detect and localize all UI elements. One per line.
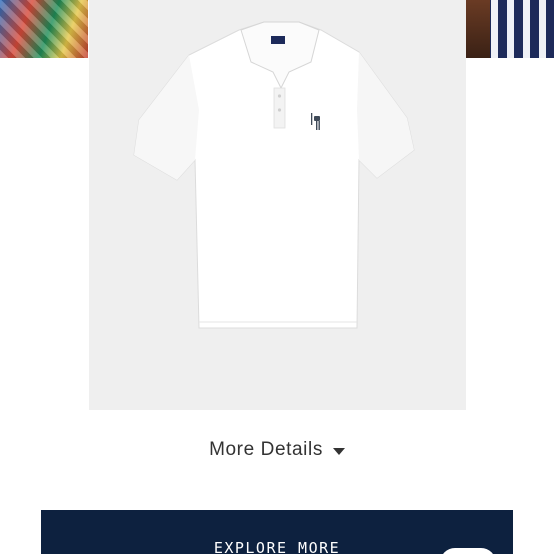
more-details-toggle[interactable]: More Details (0, 437, 554, 463)
explore-more-label: EXPLORE MORE (213, 539, 341, 554)
white-polo-shirt-icon (133, 21, 415, 329)
product-image-card[interactable] (89, 0, 466, 410)
floating-action-bubble[interactable] (440, 548, 496, 554)
more-details-label: More Details (209, 439, 323, 460)
explore-more-button[interactable]: EXPLORE MORE (41, 510, 513, 554)
carousel-next-image[interactable] (466, 0, 554, 58)
caret-down-icon (332, 447, 345, 455)
carousel-prev-image[interactable] (0, 0, 88, 58)
